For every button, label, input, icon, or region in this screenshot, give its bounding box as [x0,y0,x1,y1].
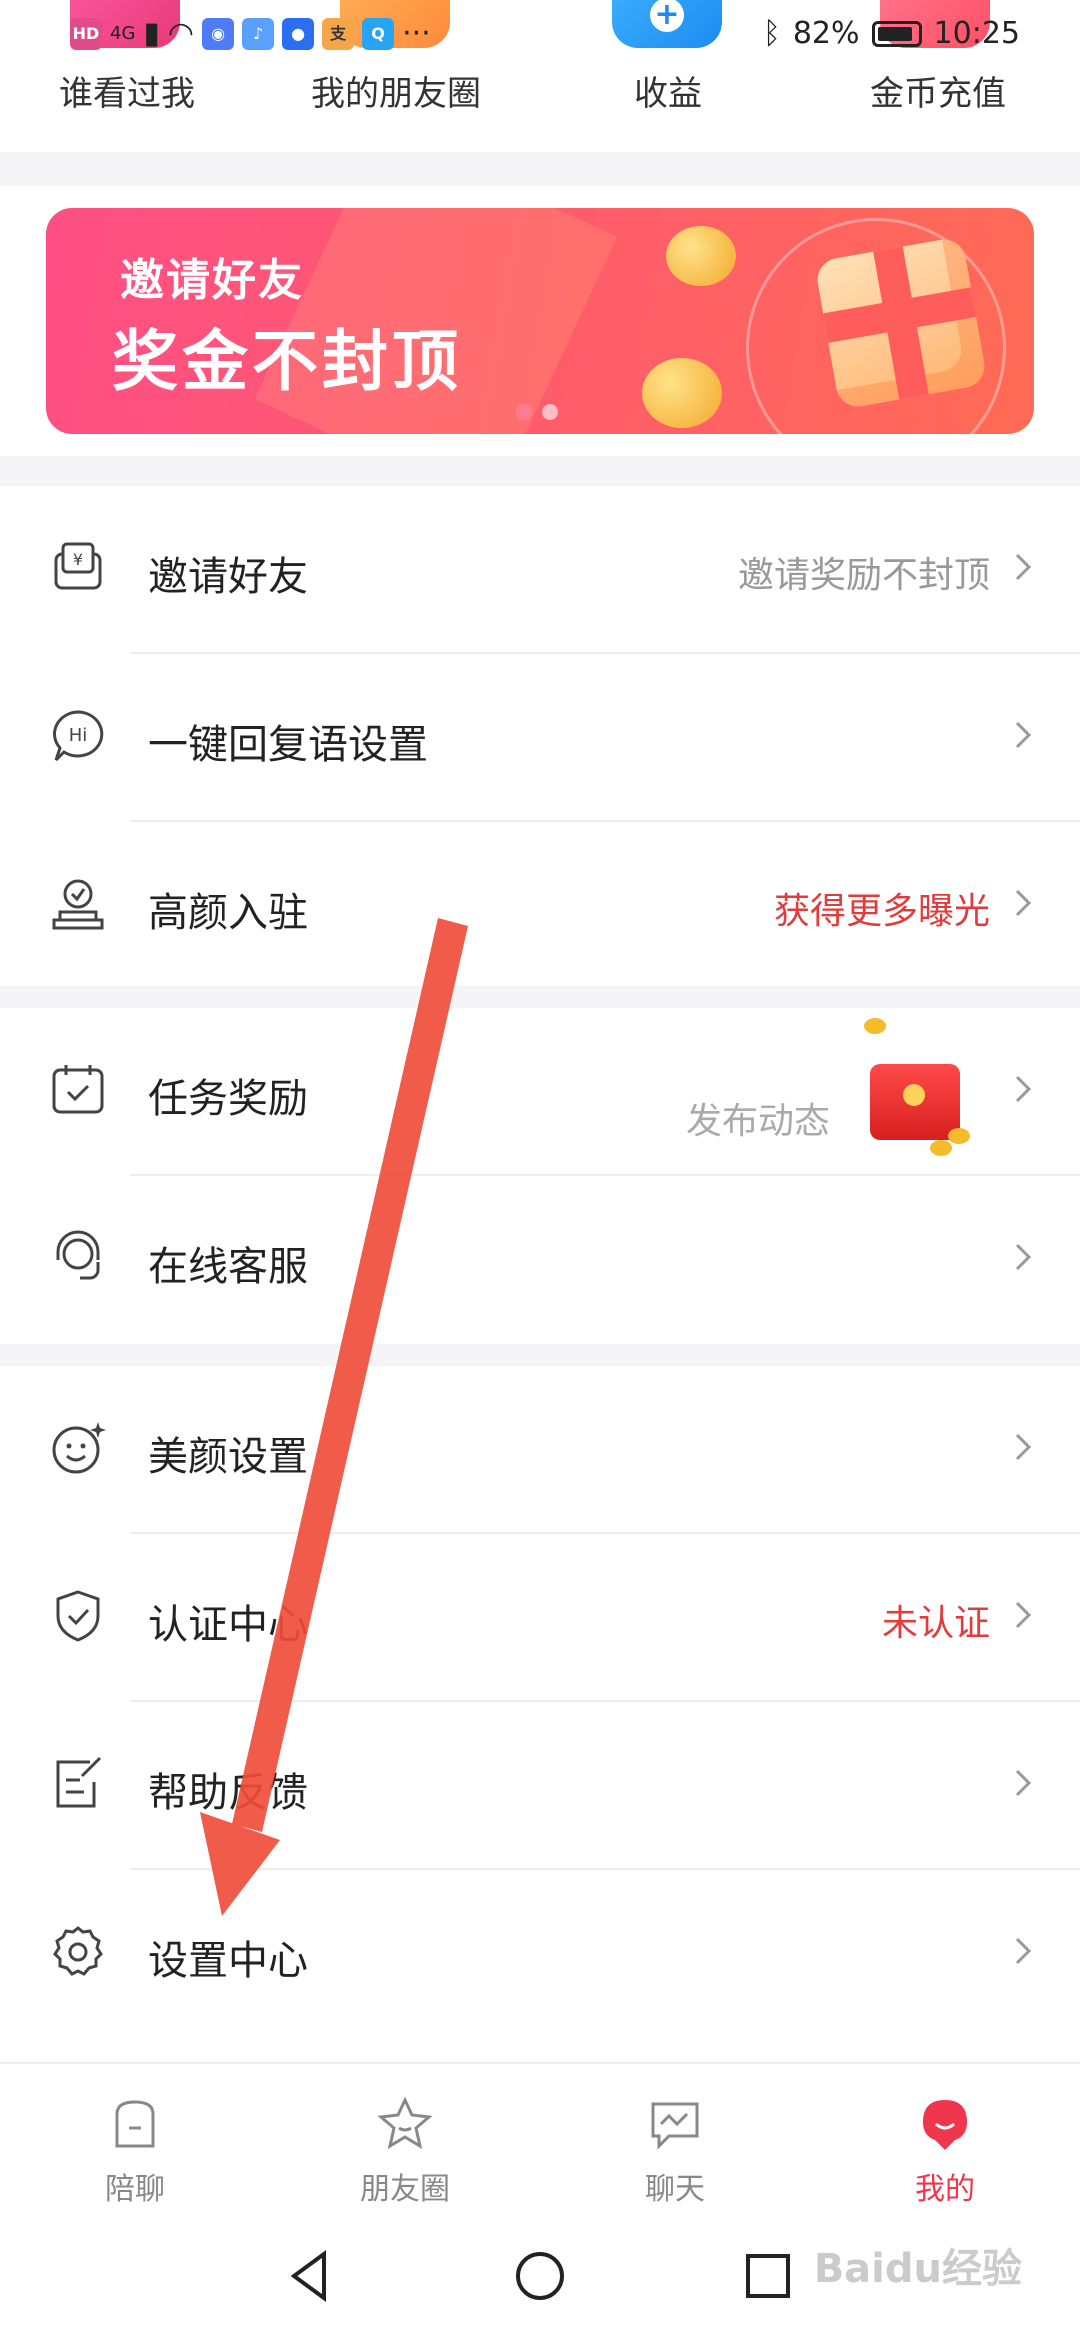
chevron-right-icon [1015,553,1032,581]
tab-label: 陪聊 [105,2172,165,2207]
system-nav-bar: Baidu经验 [0,2212,1080,2340]
svg-text:¥: ¥ [73,550,83,569]
tab-accompany[interactable]: 陪聊 [0,2064,270,2214]
yuan-wallet-icon: ¥ [54,542,102,590]
home-circle-icon[interactable] [510,2246,570,2306]
menu-item-settings[interactable]: 设置中心 [0,1870,1080,2038]
red-packet-icon [870,1064,960,1140]
music-icon: ♪ [242,17,275,50]
chevron-right-icon [1015,1433,1032,1461]
status-bar: HD 4G ▮ ◠ ◉ ♪ ● 支 Q ··· ᛒ 82% 10:25 [0,0,1080,70]
coin-icon [948,1128,970,1144]
headset-icon [56,1230,100,1280]
hi-bubble-icon: Hi [53,710,104,762]
alipay-icon: 支 [322,17,355,50]
wifi-icon: ◠ [167,16,195,51]
menu-hint: 邀请奖励不封顶 [737,555,990,596]
pagination-dot-active [516,404,532,420]
watermark: Baidu经验 [813,2246,1022,2292]
contact-icon: ◉ [202,17,235,50]
status-icons-right: ᛒ 82% 10:25 [763,16,1020,51]
invite-banner[interactable]: 邀请好友 奖金不封顶 [46,208,1034,434]
menu-label: 邀请好友 [148,554,308,600]
message-wave-icon [651,2102,699,2150]
menu-item-verify[interactable]: 认证中心 未认证 [0,1534,1080,1702]
chevron-right-icon [1015,1937,1032,1965]
menu-label: 在线客服 [148,1244,308,1290]
menu-label: 高颜入驻 [148,890,308,936]
chevron-right-icon [1015,1769,1032,1797]
clock: 10:25 [933,16,1020,51]
coin-icon [930,1140,952,1156]
tab-label: 朋友圈 [360,2172,450,2207]
tab-chat[interactable]: 聊天 [540,2064,810,2214]
menu-item-invite[interactable]: ¥ 邀请好友 邀请奖励不封顶 [0,486,1080,654]
note-edit-icon [56,1756,102,1808]
network-label: 4G [110,23,136,44]
menu-label: 一键回复语设置 [148,722,428,768]
menu-label: 帮助反馈 [148,1770,308,1816]
verify-status: 未认证 [881,1603,990,1644]
coin-icon [864,1018,886,1034]
podium-icon [52,879,104,930]
menu-group-3: 美颜设置 认证中心 未认证 帮助反馈 设置中心 [0,1366,1080,2062]
tab-label: 我的 [915,2172,975,2207]
menu-item-beauty[interactable]: 美颜设置 [0,1366,1080,1534]
quick-entry-moments[interactable]: 我的朋友圈 [266,66,526,115]
bluetooth-icon: ᛒ [762,16,781,51]
hd-icon: HD [70,17,102,50]
search-app-icon: Q [362,17,395,50]
pagination-dot [542,404,558,420]
calendar-check-icon [52,1065,104,1114]
quick-entry-visitors[interactable]: 谁看过我 [0,66,257,115]
chevron-right-icon [1015,1243,1032,1271]
tab-mine[interactable]: 我的 [810,2064,1080,2214]
menu-label: 设置中心 [148,1938,308,1984]
menu-hint: 获得更多曝光 [773,891,990,932]
gift-box-icon [814,236,988,410]
quick-entry-recharge[interactable]: 金币充值 [808,66,1068,115]
menu-group-1: ¥ 邀请好友 邀请奖励不封顶 Hi 一键回复语设置 高颜入驻 获得更多曝光 [0,486,1080,986]
menu-item-quick-reply[interactable]: Hi 一键回复语设置 [0,654,1080,822]
chevron-right-icon [1015,1075,1032,1103]
quick-entry-earnings[interactable]: 收益 [538,66,798,115]
chat-face-icon [115,2100,155,2148]
menu-label: 美颜设置 [148,1434,308,1480]
gear-icon [53,1926,103,1976]
shield-check-icon [56,1590,100,1642]
chevron-right-icon [1015,721,1032,749]
menu-group-2: 任务奖励 发布动态 在线客服 [0,1008,1080,1344]
banner-subtitle: 邀请好友 [120,255,304,306]
coin-icon [642,358,722,428]
menu-hint: 发布动态 [685,1101,830,1142]
banner-title: 奖金不封顶 [112,323,462,400]
menu-item-help[interactable]: 帮助反馈 [0,1702,1080,1870]
menu-item-task[interactable]: 任务奖励 发布动态 [0,1008,1080,1176]
star-face-icon [377,2096,433,2150]
chevron-right-icon [1015,1601,1032,1629]
tab-moments[interactable]: 朋友圈 [270,2064,540,2214]
tab-label: 聊天 [645,2172,705,2207]
banner-section: 邀请好友 奖金不封顶 [0,186,1080,456]
recents-square-icon[interactable] [738,2246,798,2306]
svg-text:Hi: Hi [69,725,88,746]
signal-icon: ▮ [143,16,160,51]
banner-pagination [516,404,558,420]
battery-icon [871,20,922,47]
menu-label: 任务奖励 [148,1076,308,1122]
smile-sparkle-icon [52,1422,106,1474]
menu-item-high-face[interactable]: 高颜入驻 获得更多曝光 [0,822,1080,990]
battery-percent: 82% [792,16,860,51]
profile-icon [923,2100,967,2150]
menu-label: 认证中心 [148,1602,308,1648]
bottom-tab-bar: 陪聊 朋友圈 聊天 我的 [0,2062,1080,2212]
chevron-right-icon [1015,889,1032,917]
status-icons-left: HD 4G ▮ ◠ ◉ ♪ ● 支 Q ··· [70,16,431,51]
menu-item-service[interactable]: 在线客服 [0,1176,1080,1344]
more-icon: ··· [402,16,431,51]
coin-icon [666,226,736,286]
back-triangle-icon[interactable] [280,2246,340,2306]
bulb-icon: ● [282,17,315,50]
